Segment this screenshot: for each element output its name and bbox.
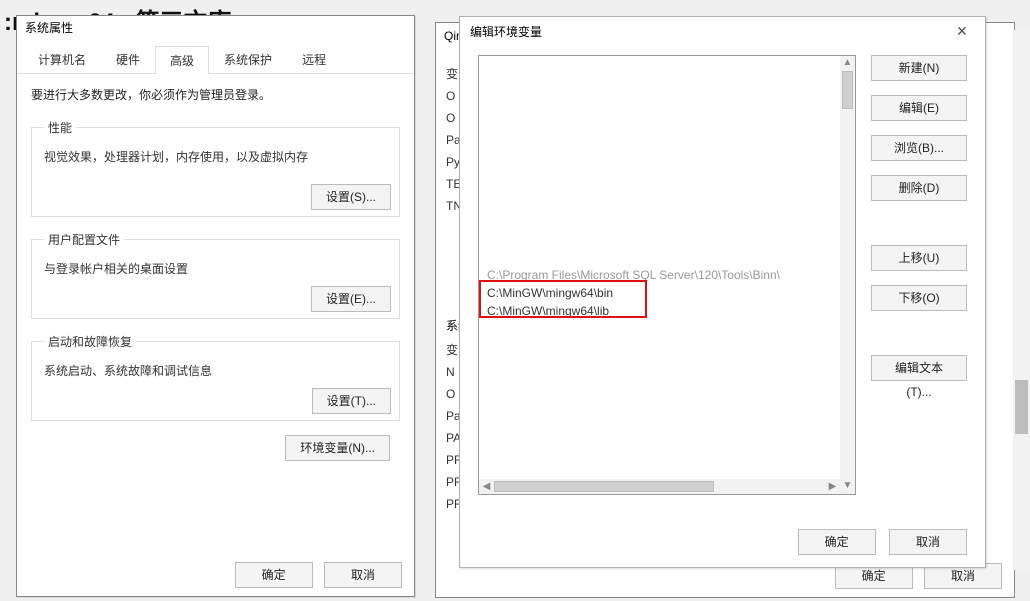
performance-desc: 视觉效果，处理器计划，内存使用，以及虚拟内存 (44, 148, 387, 165)
sysprops-ok-button[interactable]: 确定 (235, 562, 313, 588)
h-scroll-thumb[interactable] (494, 481, 714, 492)
userprofile-legend: 用户配置文件 (44, 231, 124, 248)
tab-advanced[interactable]: 高级 (155, 46, 209, 74)
edit-text-button[interactable]: 编辑文本(T)... (871, 355, 967, 381)
page-scrollbar[interactable] (1013, 30, 1030, 570)
horizontal-scrollbar[interactable]: ◀ ▶ (479, 479, 840, 494)
sysprops-cancel-button[interactable]: 取消 (324, 562, 402, 588)
performance-group: 性能 视觉效果，处理器计划，内存使用，以及虚拟内存 设置(S)... (31, 119, 400, 217)
startup-settings-button[interactable]: 设置(T)... (312, 388, 391, 414)
sysprops-tabs: 计算机名 硬件 高级 系统保护 远程 (17, 40, 414, 74)
performance-legend: 性能 (44, 119, 76, 136)
tab-remote[interactable]: 远程 (287, 45, 341, 73)
v-scroll-thumb[interactable] (842, 71, 853, 109)
system-properties-dialog: 系统属性 计算机名 硬件 高级 系统保护 远程 要进行大多数更改，你必须作为管理… (16, 15, 415, 597)
editenv-cancel-button[interactable]: 取消 (889, 529, 967, 555)
userprofile-settings-button[interactable]: 设置(E)... (311, 286, 391, 312)
delete-button[interactable]: 删除(D) (871, 175, 967, 201)
close-icon[interactable]: ✕ (947, 21, 977, 41)
userprofile-desc: 与登录帐户相关的桌面设置 (44, 260, 387, 277)
path-row[interactable]: C:\MinGW\mingw64\lib (487, 302, 780, 320)
editenv-button-column: 新建(N) 编辑(E) 浏览(B)... 删除(D) 上移(U) 下移(O) 编… (871, 55, 967, 395)
envvar-button[interactable]: 环境变量(N)... (285, 435, 390, 461)
startup-legend: 启动和故障恢复 (44, 333, 136, 350)
editenv-ok-button[interactable]: 确定 (798, 529, 876, 555)
startup-desc: 系统启动、系统故障和调试信息 (44, 362, 387, 379)
edit-envvar-title: 编辑环境变量 (470, 23, 542, 40)
sysprops-title: 系统属性 (17, 16, 414, 40)
edit-button[interactable]: 编辑(E) (871, 95, 967, 121)
tab-computer-name[interactable]: 计算机名 (23, 45, 101, 73)
scroll-right-icon[interactable]: ▶ (825, 481, 840, 492)
move-up-button[interactable]: 上移(U) (871, 245, 967, 271)
move-down-button[interactable]: 下移(O) (871, 285, 967, 311)
admin-required-msg: 要进行大多数更改，你必须作为管理员登录。 (31, 86, 400, 103)
performance-settings-button[interactable]: 设置(S)... (311, 184, 391, 210)
path-row[interactable]: C:\MinGW\mingw64\bin (487, 284, 780, 302)
path-row[interactable]: C:\Program Files\Microsoft SQL Server\12… (487, 266, 780, 284)
startup-group: 启动和故障恢复 系统启动、系统故障和调试信息 设置(T)... (31, 333, 400, 421)
scroll-left-icon[interactable]: ◀ (479, 481, 494, 492)
scroll-up-icon[interactable]: ▲ (840, 56, 855, 71)
userprofile-group: 用户配置文件 与登录帐户相关的桌面设置 设置(E)... (31, 231, 400, 319)
tab-hardware[interactable]: 硬件 (101, 45, 155, 73)
new-button[interactable]: 新建(N) (871, 55, 967, 81)
path-listbox[interactable]: C:\Program Files\Microsoft SQL Server\12… (478, 55, 856, 495)
browse-button[interactable]: 浏览(B)... (871, 135, 967, 161)
edit-envvar-dialog: 编辑环境变量 ✕ C:\Program Files\Microsoft SQL … (459, 16, 986, 568)
tab-system-protection[interactable]: 系统保护 (209, 45, 287, 73)
scroll-down-icon[interactable]: ▼ (840, 479, 855, 494)
vertical-scrollbar[interactable]: ▲ ▼ (840, 56, 855, 494)
page-scroll-thumb[interactable] (1015, 380, 1028, 434)
